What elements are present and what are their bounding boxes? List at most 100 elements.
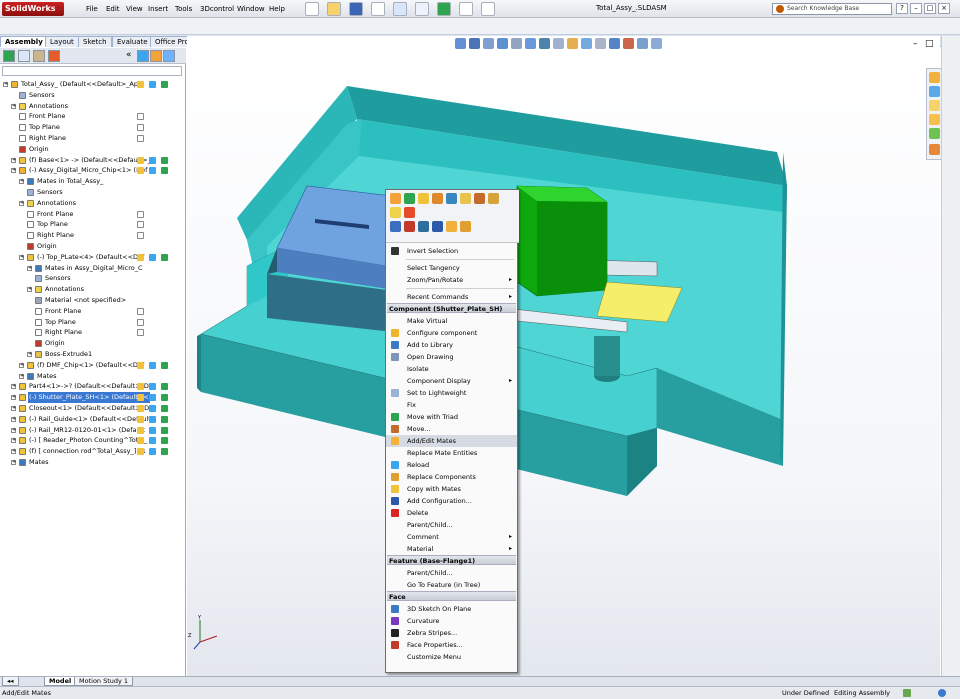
color-icon[interactable] [161, 81, 168, 88]
tree-item[interactable]: + (-) Assy_Digital_Micro_Chip<1> (Def [0, 165, 186, 176]
tree-item[interactable]: + Boss-Extrude1 [0, 349, 186, 360]
select-cursor-icon[interactable] [415, 2, 429, 16]
search-input[interactable]: Search Knowledge Base [772, 3, 892, 15]
tree-item[interactable]: + (f) [ connection rod^Total_Assy_]<1 [0, 446, 186, 457]
tree-item[interactable]: + (-) Rail_MR12-0120-01<1> (Default [0, 425, 186, 436]
rebuild-component-icon[interactable] [390, 207, 401, 218]
expand-toggle-icon[interactable]: + [3, 82, 8, 87]
apply-scene-icon[interactable] [567, 38, 578, 49]
expand-toggle-icon[interactable]: + [11, 103, 16, 109]
new-document-icon[interactable] [305, 2, 319, 16]
tree-item[interactable]: Origin [0, 338, 186, 349]
visibility-icon[interactable] [137, 210, 144, 218]
expand-toggle-icon[interactable]: + [27, 265, 32, 271]
zoom-to-fit-icon[interactable] [455, 38, 466, 49]
display-state-icon[interactable] [137, 156, 144, 164]
expand-toggle-icon[interactable]: + [11, 157, 16, 163]
menu-item[interactable]: Isolate [386, 363, 517, 375]
menu-item[interactable]: Open Drawing [386, 351, 517, 363]
expand-toggle-icon[interactable]: + [11, 384, 16, 390]
appearance-icon[interactable] [149, 81, 156, 88]
view-normal-icon[interactable] [390, 221, 401, 232]
tab-model[interactable]: Model [44, 677, 77, 686]
options-gear-icon[interactable] [481, 2, 495, 16]
color-icon[interactable] [161, 383, 168, 391]
expand-toggle-icon[interactable]: + [19, 254, 24, 260]
tree-item[interactable]: Front Plane [0, 306, 186, 317]
appearance-ball-icon[interactable] [623, 38, 634, 49]
expand-toggle-icon[interactable]: + [27, 352, 32, 357]
tree-item[interactable]: Front Plane [0, 111, 186, 122]
tree-item[interactable]: Sensors [0, 273, 186, 284]
suppress-icon[interactable] [460, 193, 471, 204]
file-explorer-icon[interactable] [929, 114, 940, 125]
zoom-icon[interactable] [418, 221, 429, 232]
menu-item[interactable]: Replace Components [386, 471, 517, 483]
expand-toggle-icon[interactable]: + [11, 427, 16, 433]
menu-item[interactable]: Parent/Child... [386, 567, 517, 579]
viewport-restore-icon[interactable]: □ [925, 39, 934, 49]
edit-part-icon[interactable] [404, 193, 415, 204]
tree-item[interactable]: + Total_Assy_ (Default<<Default>_Ap [0, 79, 186, 90]
expand-toggle-icon[interactable]: + [19, 362, 24, 368]
rebuild-icon[interactable] [437, 2, 451, 16]
undo-icon[interactable] [393, 2, 407, 16]
tab-motion-study[interactable]: Motion Study 1 [74, 677, 134, 686]
help-status-icon[interactable] [938, 689, 946, 697]
color-pane-icon[interactable] [163, 50, 175, 62]
appearance-icon[interactable] [149, 448, 156, 456]
expand-toggle-icon[interactable]: + [11, 460, 16, 465]
tree-item[interactable]: Front Plane [0, 209, 186, 220]
appearance-icon[interactable] [149, 405, 156, 412]
open-folder-icon[interactable] [327, 2, 341, 16]
display-style-icon[interactable] [525, 38, 536, 49]
menu-item[interactable]: Move... [386, 423, 517, 435]
appearances-icon[interactable] [929, 144, 940, 155]
menu-item[interactable]: Material ▸ [386, 543, 517, 555]
menu-item[interactable]: Comment ▸ [386, 531, 517, 543]
display-state-icon[interactable] [137, 361, 144, 369]
maximize-button[interactable]: □ [924, 3, 936, 14]
edit-appearance-icon[interactable] [553, 38, 564, 49]
color-icon[interactable] [161, 167, 168, 175]
expand-toggle-icon[interactable]: + [11, 449, 16, 455]
display-state-icon[interactable] [137, 415, 144, 423]
tab-assembly[interactable]: Assembly [0, 36, 48, 47]
sketch-icon[interactable] [404, 221, 415, 232]
display-state-icon[interactable] [137, 383, 144, 391]
tree-item[interactable]: + (-) Shutter_Plate_SH<1> (Default<< [0, 392, 186, 404]
visibility-icon[interactable] [137, 221, 144, 229]
color-icon[interactable] [161, 437, 168, 445]
expand-toggle-icon[interactable]: + [27, 287, 32, 293]
menu-file[interactable]: File [84, 4, 100, 14]
appearance-icon[interactable] [149, 167, 156, 175]
solidworks-logo[interactable]: SolidWorks [2, 2, 64, 16]
color-icon[interactable] [161, 448, 168, 456]
tree-item[interactable]: + Mates [0, 371, 186, 382]
expand-toggle-icon[interactable]: + [11, 438, 16, 444]
appearance-tab-icon[interactable] [48, 50, 60, 62]
appearance-callout-icon[interactable] [404, 207, 415, 218]
vertical-scrollbar[interactable] [941, 36, 960, 676]
resources-icon[interactable] [929, 86, 940, 97]
view-settings-icon[interactable] [581, 38, 592, 49]
tree-item[interactable]: + Annotations [0, 198, 186, 209]
tree-item[interactable]: + Part4<1>->? (Default<<Default>_Di [0, 381, 186, 392]
visibility-icon[interactable] [137, 113, 144, 121]
help-icon[interactable]: ? [896, 3, 908, 14]
tree-item[interactable]: + Annotations [0, 101, 186, 112]
camera-icon[interactable] [651, 38, 662, 49]
configuration-manager-tab-icon[interactable] [33, 50, 45, 62]
tree-item[interactable]: Right Plane [0, 133, 186, 144]
minimize-button[interactable]: – [910, 3, 922, 14]
color-icon[interactable] [161, 156, 168, 164]
appearance-icon[interactable] [149, 383, 156, 391]
expand-toggle-icon[interactable]: + [11, 168, 16, 174]
tree-item[interactable]: + (-) Top_PLate<4> (Default<<Def [0, 252, 186, 263]
tree-item[interactable]: Top Plane [0, 122, 186, 133]
menu-item[interactable]: Zoom/Pan/Rotate ▸ [386, 274, 517, 286]
smart-mate-icon[interactable] [460, 221, 471, 232]
tree-filter[interactable] [2, 66, 182, 76]
display-state-icon[interactable] [137, 253, 144, 261]
menu-tools[interactable]: Tools [173, 4, 194, 14]
